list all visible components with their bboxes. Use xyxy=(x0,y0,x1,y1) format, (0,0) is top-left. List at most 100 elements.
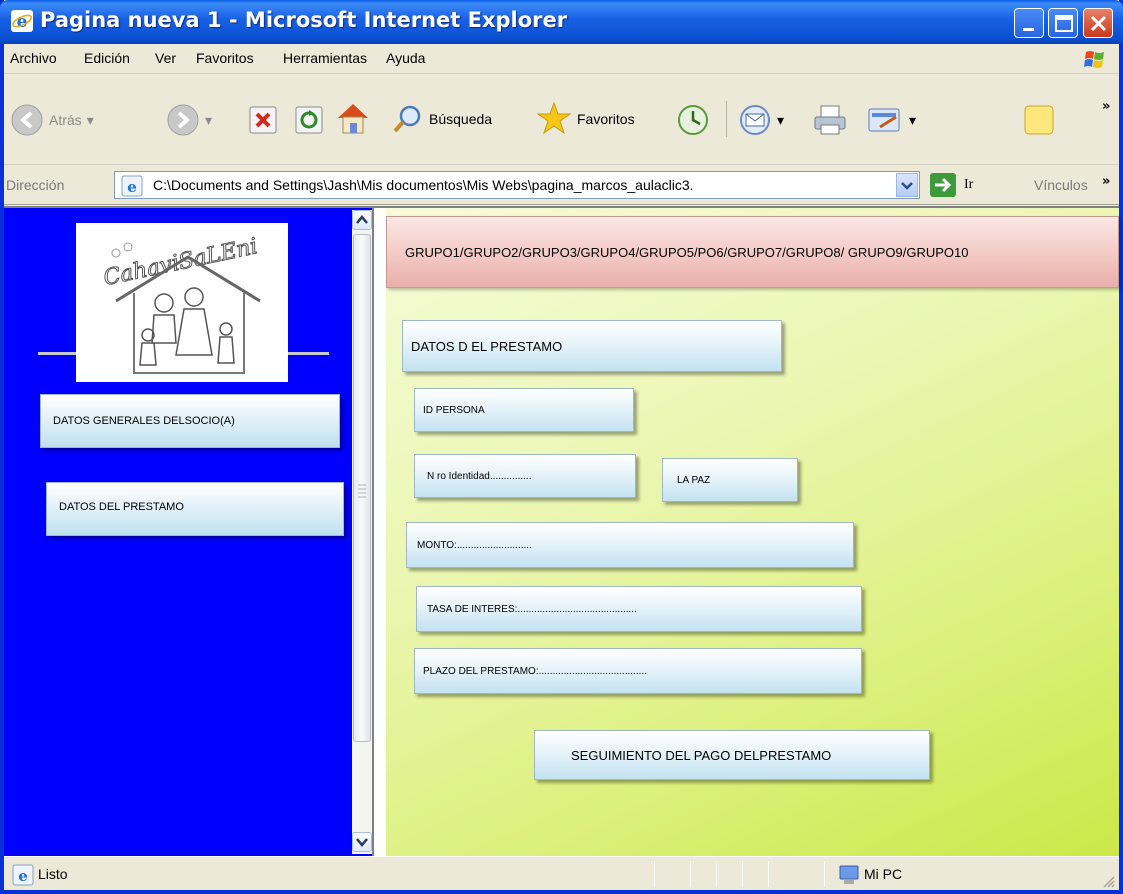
home-button[interactable] xyxy=(334,99,372,137)
groups-header[interactable]: GRUPO1/GRUPO2/GRUPO3/GRUPO4/GRUPO5/PO6/G… xyxy=(386,216,1119,288)
search-icon xyxy=(393,105,421,133)
address-bar: Dirección e C:\Documents and Settings\Ja… xyxy=(4,165,1119,205)
menu-ayuda[interactable]: Ayuda xyxy=(386,50,425,66)
mail-icon xyxy=(740,105,770,135)
refresh-icon xyxy=(295,106,323,134)
forward-dropdown-icon[interactable]: ▾ xyxy=(205,112,212,129)
print-button[interactable] xyxy=(812,103,848,137)
window-title: Pagina nueva 1 - Microsoft Internet Expl… xyxy=(40,8,568,32)
menu-bar: Archivo Edición Ver Favoritos Herramient… xyxy=(4,44,1119,74)
plazo-prestamo-field[interactable]: PLAZO DEL PRESTAMO:.....................… xyxy=(414,648,862,694)
address-label: Dirección xyxy=(6,177,65,193)
nro-identidad-field[interactable]: N ro Identidad............... xyxy=(414,454,636,498)
menu-herramientas[interactable]: Herramientas xyxy=(283,50,367,66)
maximize-icon xyxy=(1055,15,1073,32)
history-button[interactable] xyxy=(676,103,710,137)
datos-prestamo-nav-button[interactable]: DATOS DEL PRESTAMO xyxy=(46,482,344,536)
status-divider xyxy=(716,861,717,887)
my-computer-icon xyxy=(839,865,859,884)
menu-edicion[interactable]: Edición xyxy=(84,50,130,66)
svg-text:e: e xyxy=(18,867,28,885)
divider-line xyxy=(38,352,78,355)
edit-dropdown-icon[interactable]: ▾ xyxy=(909,112,916,129)
status-text: Listo xyxy=(38,866,68,882)
menu-favoritos[interactable]: Favoritos xyxy=(196,50,254,66)
windows-logo-icon xyxy=(1084,51,1104,68)
lugar-field[interactable]: LA PAZ xyxy=(662,458,798,502)
search-label: Búsqueda xyxy=(429,111,493,127)
back-label: Atrás xyxy=(49,112,82,128)
favorites-button[interactable]: Favoritos xyxy=(536,101,635,137)
forward-icon xyxy=(167,104,199,136)
forward-button[interactable]: ▾ xyxy=(166,103,212,137)
status-divider xyxy=(654,861,655,887)
links-chevron-icon[interactable]: » xyxy=(1102,174,1110,189)
family-house-logo-icon: CahaviSaLEni xyxy=(101,234,261,374)
favorites-label: Favoritos xyxy=(577,111,635,127)
scroll-up-button[interactable] xyxy=(352,210,372,230)
address-dropdown-button[interactable] xyxy=(896,173,918,197)
mail-button[interactable]: ▾ xyxy=(738,103,784,137)
page-content: CahaviSaLEni DATOS GENERALES DELSOCIO(A) xyxy=(4,206,1119,856)
datos-prestamo-title[interactable]: DATOS D EL PRESTAMO xyxy=(402,320,782,372)
back-button[interactable]: Atrás ▾ xyxy=(10,103,94,137)
svg-text:e: e xyxy=(127,178,137,196)
chevron-up-icon xyxy=(356,215,368,224)
refresh-button[interactable] xyxy=(294,105,324,135)
status-divider xyxy=(742,861,743,887)
toolbar: Atrás ▾ ▾ Búsqueda Favoritos ▾ ▾ » xyxy=(4,75,1119,165)
go-arrow-icon xyxy=(935,177,952,193)
status-divider xyxy=(768,861,769,887)
status-divider xyxy=(690,861,691,887)
close-button[interactable] xyxy=(1083,8,1113,38)
menu-ver[interactable]: Ver xyxy=(155,50,176,66)
grip-icon xyxy=(358,484,366,498)
address-input[interactable]: e C:\Documents and Settings\Jash\Mis doc… xyxy=(114,171,920,199)
stop-icon xyxy=(249,106,277,134)
right-frame: GRUPO1/GRUPO2/GRUPO3/GRUPO4/GRUPO5/PO6/G… xyxy=(376,208,1119,856)
favorites-star-icon xyxy=(536,101,572,135)
maximize-button[interactable] xyxy=(1048,8,1078,38)
id-persona-field[interactable]: ID PERSONA xyxy=(414,388,634,432)
page-icon: e xyxy=(121,175,143,197)
menu-archivo[interactable]: Archivo xyxy=(10,50,57,66)
edit-icon xyxy=(868,108,900,132)
monto-field[interactable]: MONTO:........................... xyxy=(406,522,854,568)
minimize-icon xyxy=(1023,28,1034,31)
seguimiento-pago-button[interactable]: SEGUIMIENTO DEL PAGO DELPRESTAMO xyxy=(534,730,930,780)
mail-dropdown-icon[interactable]: ▾ xyxy=(777,112,784,129)
go-button[interactable] xyxy=(930,173,956,197)
left-frame-scrollbar[interactable] xyxy=(352,210,372,854)
search-button[interactable]: Búsqueda xyxy=(392,103,492,135)
home-icon xyxy=(338,104,368,134)
tasa-interes-field[interactable]: TASA DE INTERES:........................… xyxy=(416,586,862,632)
chevron-down-icon xyxy=(901,182,913,190)
edit-button[interactable]: ▾ xyxy=(866,103,916,137)
title-bar[interactable]: e Pagina nueva 1 - Microsoft Internet Ex… xyxy=(0,0,1123,44)
datos-generales-socio-button[interactable]: DATOS GENERALES DELSOCIO(A) xyxy=(40,394,340,448)
status-divider xyxy=(824,861,825,887)
divider-line xyxy=(287,352,329,355)
note-icon xyxy=(1024,105,1054,135)
page-status-icon: e xyxy=(12,864,34,886)
left-frame: CahaviSaLEni DATOS GENERALES DELSOCIO(A) xyxy=(4,208,374,856)
resize-grip-icon[interactable] xyxy=(1102,875,1116,889)
address-url: C:\Documents and Settings\Jash\Mis docum… xyxy=(153,177,694,193)
close-icon xyxy=(1090,15,1107,32)
status-bar: e Listo Mi PC xyxy=(4,856,1119,890)
minimize-button[interactable] xyxy=(1014,8,1044,38)
toolbar-chevron-icon[interactable]: » xyxy=(1102,99,1110,114)
back-icon xyxy=(11,104,43,136)
back-dropdown-icon[interactable]: ▾ xyxy=(87,112,94,129)
frame-border xyxy=(376,208,386,856)
scroll-thumb[interactable] xyxy=(353,234,371,742)
messenger-button[interactable] xyxy=(1022,103,1056,137)
links-label[interactable]: Vínculos xyxy=(1034,177,1088,193)
scroll-down-button[interactable] xyxy=(352,832,372,852)
security-zone: Mi PC xyxy=(864,866,903,882)
go-label[interactable]: Ir xyxy=(964,177,973,193)
stop-button[interactable] xyxy=(248,105,278,135)
toolbar-separator xyxy=(726,101,727,137)
print-icon xyxy=(814,105,846,135)
chevron-down-icon xyxy=(356,838,368,847)
